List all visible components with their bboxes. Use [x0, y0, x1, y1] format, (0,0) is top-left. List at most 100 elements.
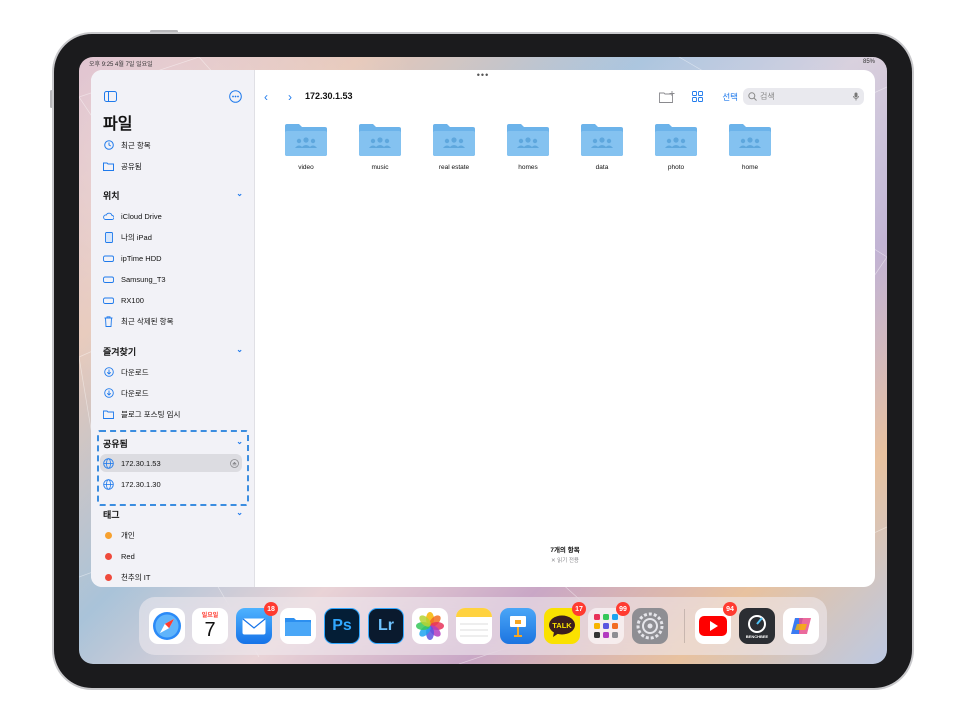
folder-item[interactable]: music	[356, 123, 404, 171]
folder-name: home	[741, 164, 759, 171]
section-title: 공유됨	[103, 439, 128, 449]
dock-app-keynote[interactable]	[500, 608, 536, 644]
shared-folder-icon	[285, 124, 327, 156]
sidebar-item-label: 다운로드	[121, 388, 149, 398]
folder-item[interactable]: home	[726, 123, 774, 171]
chevron-down-icon[interactable]: ⌄	[236, 508, 243, 517]
sidebar-item-my-ipad[interactable]: 나의 iPad	[103, 228, 248, 246]
dock-app-settings[interactable]	[632, 608, 668, 644]
ipad-screen: 오후 9:25 4월 7일 일요일 85% ••• 파일 최근 항목 공유됨 위…	[79, 57, 887, 664]
dock-app-notes[interactable]	[456, 608, 492, 644]
dock: 일요일 7 18 Ps Lr TALK 17 99 94 BENCHBEE	[139, 597, 827, 655]
gear-icon	[636, 612, 664, 640]
dock-app-mail[interactable]: 18	[236, 602, 278, 644]
side-button	[50, 90, 53, 108]
notification-badge: 18	[264, 602, 278, 616]
section-favorites[interactable]: 즐겨찾기 ⌄	[103, 345, 243, 358]
status-time: 오후 9:25 4월 7일 일요일	[89, 62, 153, 68]
chevron-down-icon[interactable]: ⌄	[236, 189, 243, 198]
back-chevron-icon[interactable]: ‹	[264, 90, 268, 104]
dock-app-safari[interactable]	[149, 608, 185, 644]
dock-app-folder[interactable]: 99	[588, 602, 630, 644]
sidebar-item-downloads-1[interactable]: 다운로드	[103, 363, 248, 381]
folder-item[interactable]: video	[282, 123, 330, 171]
section-title: 즐겨찾기	[103, 347, 137, 357]
shared-folder-icon	[581, 124, 623, 156]
folder-item[interactable]: homes	[504, 123, 552, 171]
new-folder-icon[interactable]	[659, 91, 675, 103]
sidebar-toggle-icon[interactable]	[104, 91, 117, 102]
grid-view-icon[interactable]	[692, 91, 703, 102]
sidebar-item-samsung-t3[interactable]: Samsung_T3	[103, 270, 248, 288]
dock-app-calendar[interactable]: 일요일 7	[192, 608, 228, 644]
dock-app-photos[interactable]	[412, 608, 448, 644]
eject-icon[interactable]	[230, 458, 239, 468]
dock-app-youtube[interactable]: 94	[695, 602, 737, 644]
folder-item[interactable]: real estate	[430, 123, 478, 171]
section-title: 위치	[103, 191, 120, 201]
sidebar-item-label: 공유됨	[121, 161, 142, 171]
sidebar-item-tag-it[interactable]: 천추의 IT	[103, 568, 248, 586]
folder-item[interactable]: photo	[652, 123, 700, 171]
copilot-icon	[791, 618, 811, 634]
toolbar: ‹ › 172.30.1.53 선택 검색	[255, 88, 875, 108]
select-button[interactable]: 선택	[722, 91, 738, 103]
sidebar-item-recents[interactable]: 최근 항목	[103, 136, 248, 154]
dock-app-benchbee[interactable]: BENCHBEE	[739, 608, 775, 644]
ipad-icon	[103, 231, 114, 243]
drive-icon	[103, 295, 114, 306]
search-input[interactable]: 검색	[743, 88, 864, 105]
app-label: Ps	[332, 617, 352, 634]
sidebar-item-rx100[interactable]: RX100	[103, 291, 248, 309]
dock-app-copilot[interactable]	[783, 608, 819, 644]
sidebar-item-label: Samsung_T3	[121, 274, 166, 284]
dock-app-photoshop[interactable]: Ps	[324, 608, 360, 644]
folder-icon	[285, 618, 311, 636]
globe-icon	[103, 457, 114, 469]
sidebar-item-shared[interactable]: 공유됨	[103, 157, 248, 175]
sidebar-title: 파일	[103, 116, 133, 133]
dock-app-lightroom[interactable]: Lr	[368, 608, 404, 644]
drive-icon	[103, 274, 114, 285]
shared-folder-icon	[507, 124, 549, 156]
folder-name: homes	[518, 164, 538, 171]
sidebar-item-server-53[interactable]: 172.30.1.53	[100, 454, 242, 472]
forward-chevron-icon[interactable]: ›	[288, 90, 292, 104]
sidebar-item-server-30[interactable]: 172.30.1.30	[103, 475, 248, 493]
chevron-down-icon[interactable]: ⌄	[236, 345, 243, 354]
chevron-down-icon[interactable]: ⌄	[236, 437, 243, 446]
sidebar-item-label: 최근 삭제된 항목	[121, 316, 174, 326]
app-label: Lr	[378, 617, 394, 634]
sidebar-item-icloud[interactable]: iCloud Drive	[103, 207, 248, 225]
sidebar-item-downloads-2[interactable]: 다운로드	[103, 384, 248, 402]
folder-name: photo	[667, 164, 685, 171]
notepad-icon	[456, 608, 492, 637]
search-placeholder: 검색	[760, 92, 775, 101]
sidebar-item-tag-personal[interactable]: 개인	[103, 526, 248, 544]
trash-icon	[103, 315, 114, 327]
section-tags[interactable]: 태그 ⌄	[103, 508, 243, 521]
section-shared[interactable]: 공유됨 ⌄	[103, 437, 243, 450]
path-title: 172.30.1.53	[305, 91, 353, 101]
dock-app-files[interactable]	[280, 608, 316, 644]
sidebar-item-label: 나의 iPad	[121, 232, 152, 242]
flower-icon	[416, 612, 444, 640]
item-count: 7개의 항목	[550, 547, 580, 554]
sidebar-item-tag-red[interactable]: Red	[103, 547, 248, 565]
dock-app-kakaotalk[interactable]: TALK 17	[544, 602, 586, 644]
download-icon	[103, 367, 114, 378]
folder-item[interactable]: data	[578, 123, 626, 171]
clock-icon	[103, 140, 114, 151]
more-options-icon[interactable]	[229, 90, 242, 103]
section-locations[interactable]: 위치 ⌄	[103, 189, 243, 202]
section-title: 태그	[103, 510, 120, 520]
sidebar-item-label: ipTime HDD	[121, 253, 162, 263]
calendar-date: 7	[204, 619, 216, 641]
microphone-icon[interactable]	[853, 92, 859, 101]
sidebar-item-recently-deleted[interactable]: 최근 삭제된 항목	[103, 312, 248, 330]
globe-icon	[103, 478, 114, 490]
sidebar-item-iptime-hdd[interactable]: ipTime HDD	[103, 249, 248, 267]
shared-folder-icon	[655, 124, 697, 156]
sidebar-item-label: Red	[121, 551, 135, 561]
sidebar-item-blog-draft[interactable]: 블로그 포스팅 임시	[103, 405, 248, 423]
